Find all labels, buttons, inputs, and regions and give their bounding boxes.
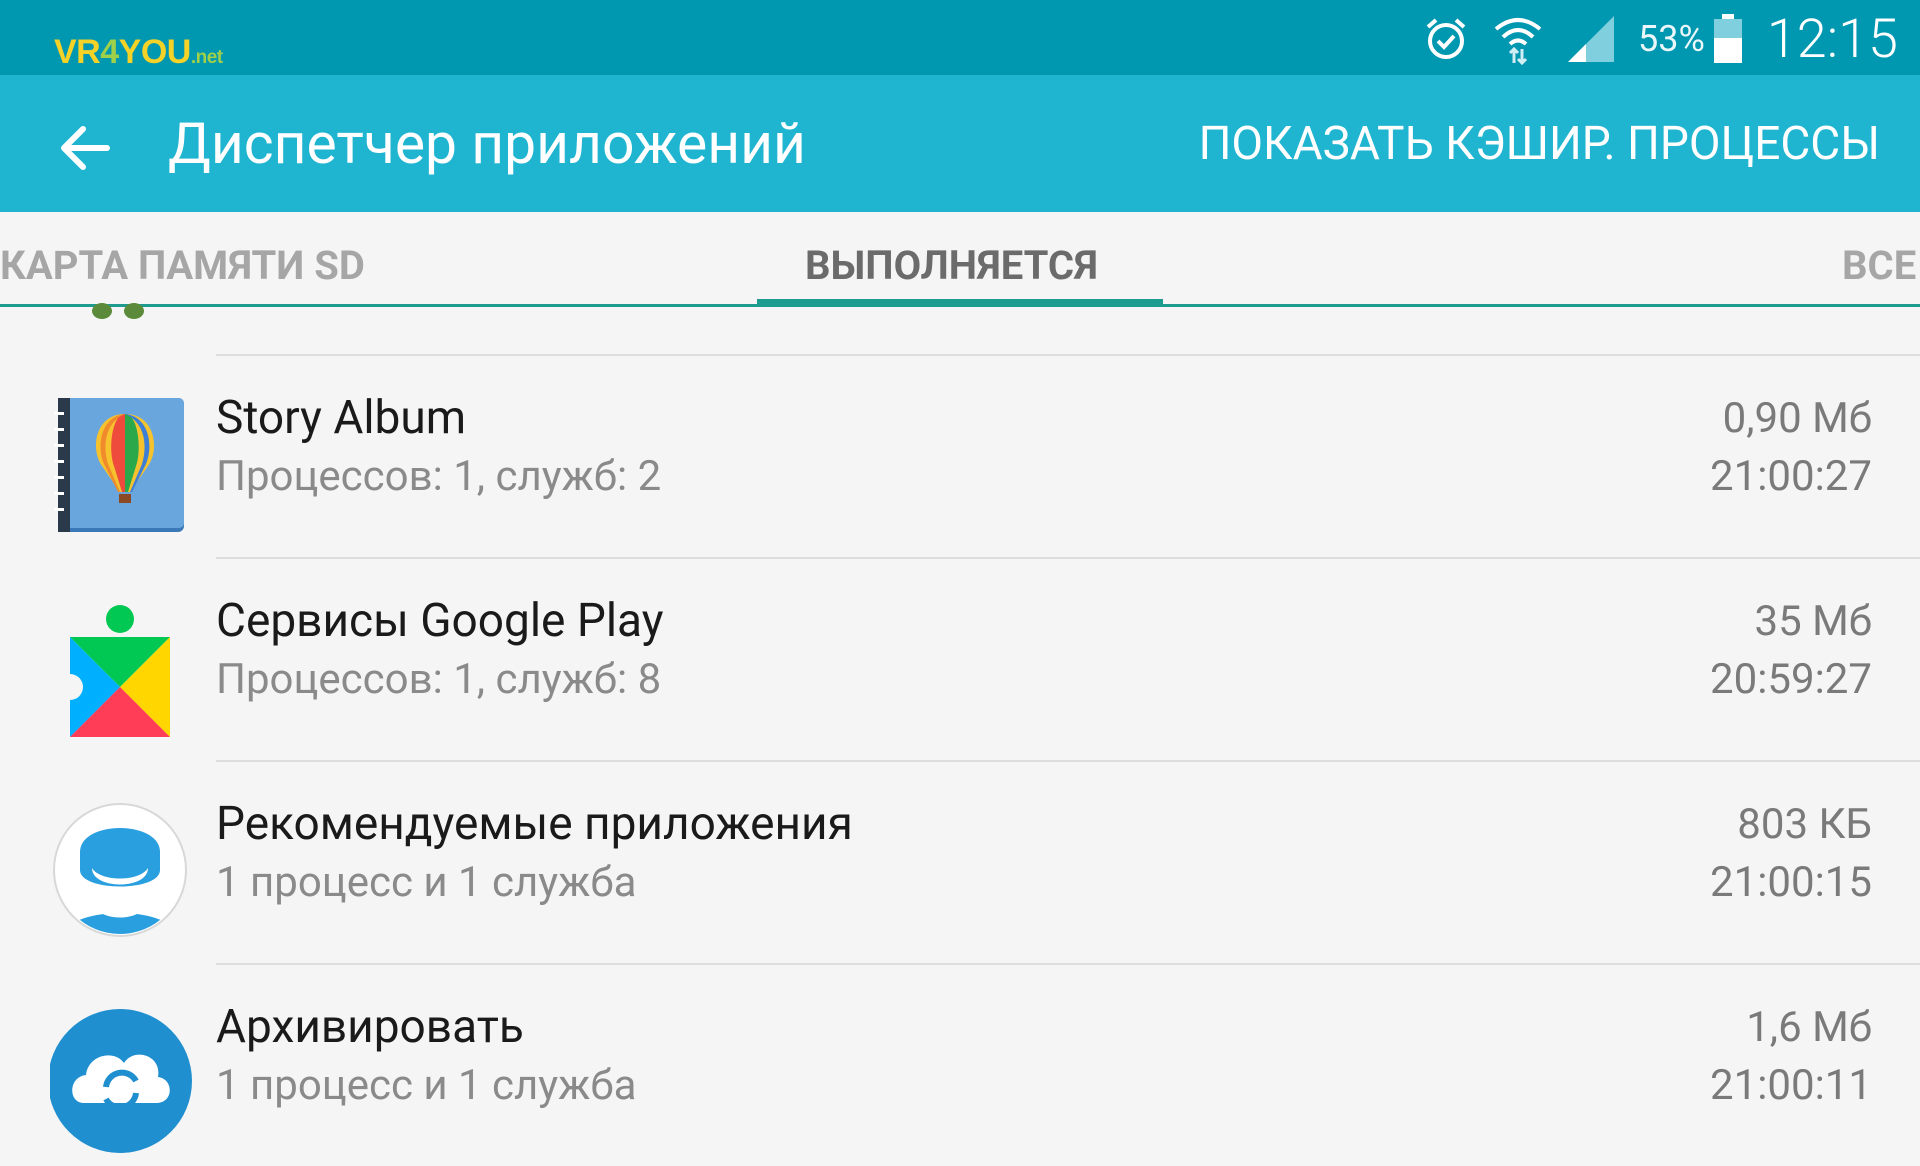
google-play-services-icon (50, 597, 190, 737)
tab-sd-card[interactable]: КАРТА ПАМЯТИ SD (0, 242, 365, 289)
watermark-part: YOU (118, 33, 192, 71)
app-processes: 1 процесс и 1 служба (216, 858, 637, 907)
app-processes: 1 процесс и 1 служба (216, 1061, 637, 1110)
partial-app-icon (92, 303, 144, 319)
battery-icon (1713, 14, 1743, 64)
app-bar: Диспетчер приложений ПОКАЗАТЬ КЭШИР. ПРО… (0, 75, 1920, 212)
tab-bar: КАРТА ПАМЯТИ SD ВЫПОЛНЯЕТСЯ ВСЕ (0, 212, 1920, 307)
arrow-back-icon (61, 126, 110, 170)
divider (216, 760, 1920, 762)
divider (216, 354, 1920, 356)
app-processes: Процессов: 1, служб: 8 (216, 655, 662, 704)
archive-icon (48, 1003, 192, 1153)
app-name: Story Album (216, 391, 467, 445)
wifi-icon (1492, 13, 1544, 65)
watermark-part: VR (54, 33, 101, 71)
active-tab-indicator (757, 299, 1163, 306)
app-uptime: 20:59:27 (1710, 655, 1872, 704)
divider (216, 963, 1920, 965)
app-uptime: 21:00:11 (1710, 1061, 1872, 1110)
tab-all[interactable]: ВСЕ (1842, 242, 1916, 289)
page-title: Диспетчер приложений (168, 110, 806, 177)
list-item[interactable]: Рекомендуемые приложения 1 процесс и 1 с… (0, 760, 1920, 963)
watermark-part: 4 (100, 33, 119, 71)
app-name: Рекомендуемые приложения (216, 797, 853, 851)
recommended-apps-icon (50, 800, 190, 940)
clock: 12:15 (1766, 7, 1898, 71)
status-bar: VR4YOU.net 53% 12:15 (0, 0, 1920, 75)
app-memory: 1,6 Мб (1746, 1003, 1872, 1052)
divider (216, 557, 1920, 559)
list-item[interactable]: Story Album Процессов: 1, служб: 2 0,90 … (0, 354, 1920, 557)
story-album-icon (50, 394, 190, 534)
tab-running[interactable]: ВЫПОЛНЯЕТСЯ (805, 242, 1098, 289)
battery-percent: 53% (1638, 18, 1705, 60)
app-processes: Процессов: 1, служб: 2 (216, 452, 662, 501)
app-uptime: 21:00:15 (1710, 858, 1872, 907)
signal-icon (1566, 14, 1616, 64)
list-item[interactable]: Архивировать 1 процесс и 1 служба 1,6 Мб… (0, 963, 1920, 1166)
app-memory: 803 КБ (1737, 800, 1872, 849)
app-name: Сервисы Google Play (216, 594, 664, 648)
show-cached-processes-button[interactable]: ПОКАЗАТЬ КЭШИР. ПРОЦЕССЫ (1199, 117, 1880, 171)
app-memory: 35 Мб (1754, 597, 1872, 646)
watermark-logo: VR4YOU.net (54, 33, 223, 72)
watermark-part: .net (190, 47, 223, 68)
alarm-icon (1422, 15, 1470, 63)
back-button[interactable] (50, 113, 120, 183)
app-memory: 0,90 Мб (1722, 394, 1872, 443)
status-icons: 53% 12:15 (1400, 6, 1898, 72)
app-name: Архивировать (216, 1000, 524, 1054)
list-item[interactable]: Сервисы Google Play Процессов: 1, служб:… (0, 557, 1920, 760)
app-uptime: 21:00:27 (1710, 452, 1872, 501)
